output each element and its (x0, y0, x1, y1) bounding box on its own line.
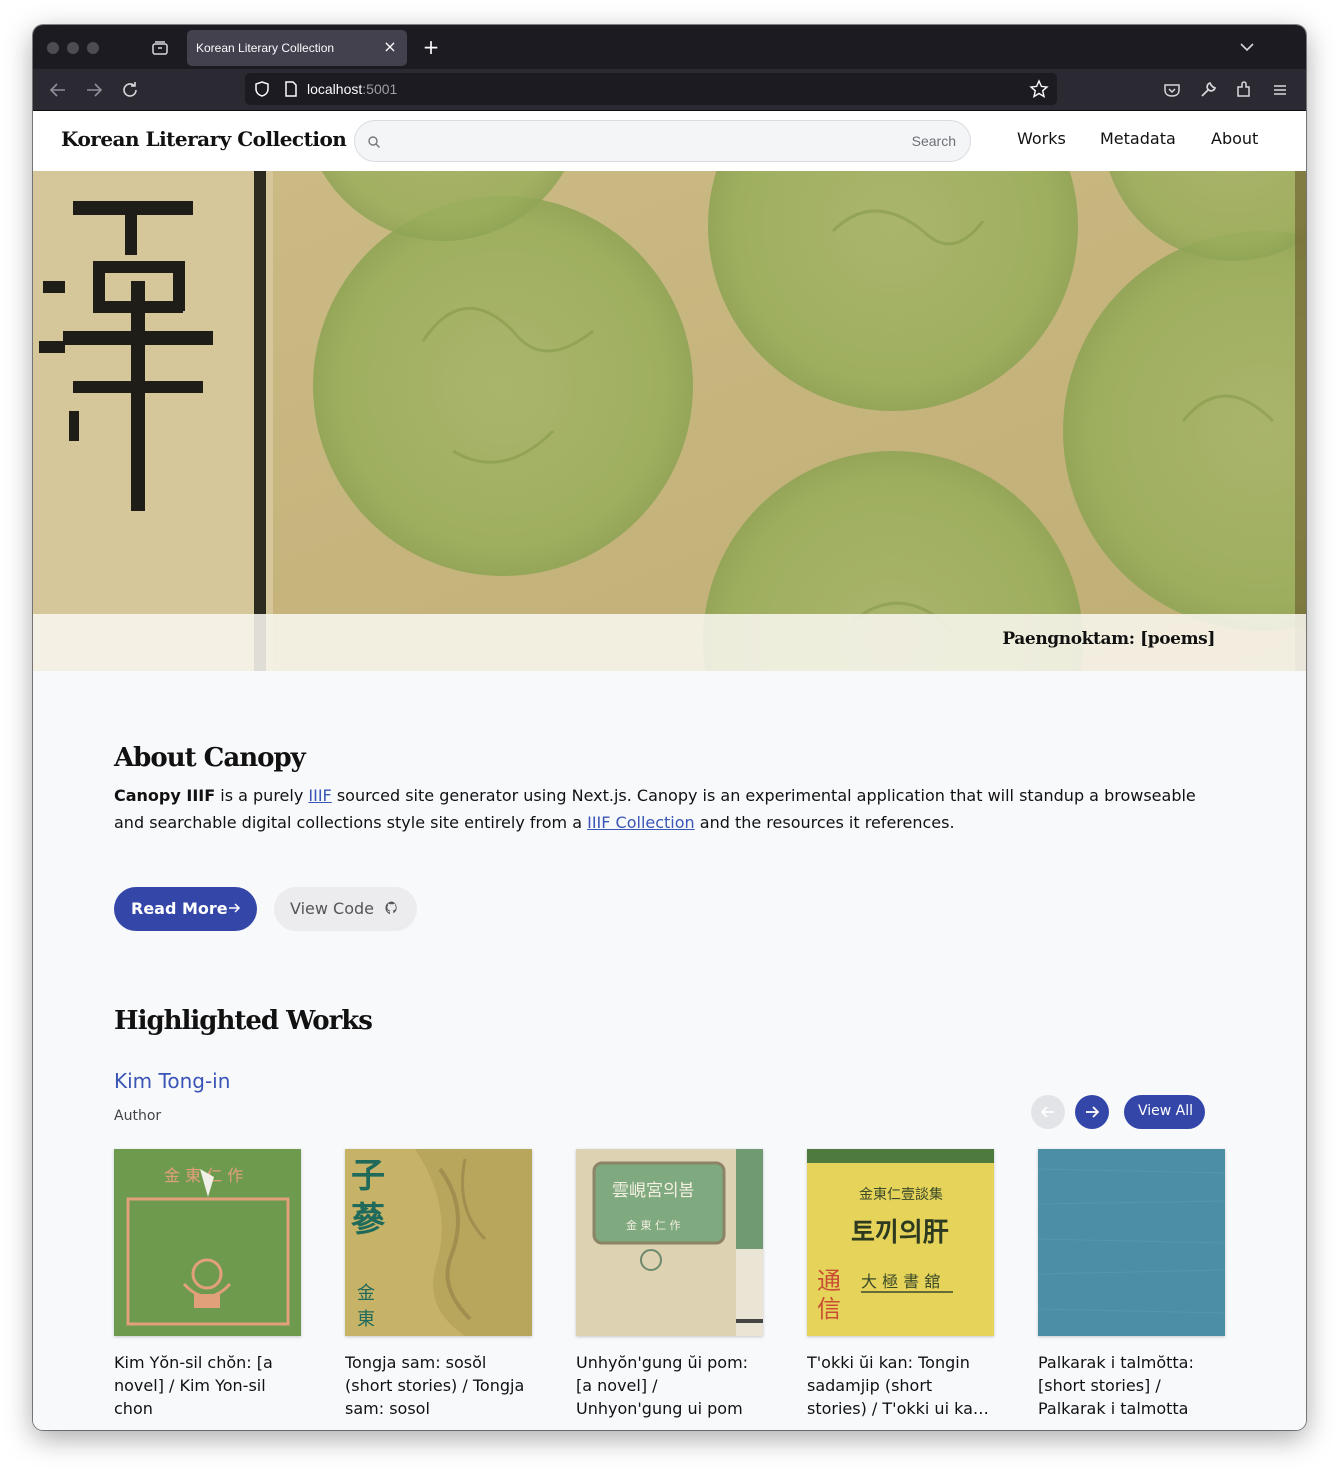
svg-text:東: 東 (357, 1309, 375, 1330)
work-thumbnail[interactable]: 雲峴宮의봄 金 東 仁 作 (576, 1149, 763, 1336)
nav-link-about[interactable]: About (1211, 129, 1258, 148)
tab-overview-icon[interactable] (149, 39, 171, 57)
work-thumbnail[interactable]: 子 蔘 金 東 (345, 1149, 532, 1336)
iiif-collection-link[interactable]: IIIF Collection (587, 813, 695, 832)
read-more-label: Read More (131, 899, 228, 918)
view-code-button[interactable]: View Code (274, 887, 417, 931)
nav-link-metadata[interactable]: Metadata (1100, 129, 1176, 148)
search-input[interactable]: Search (354, 120, 971, 162)
blue-cloth-cover-image (1038, 1149, 1225, 1336)
highlighted-works-heading: Highlighted Works (114, 1006, 373, 1036)
green-cover-image: 金 東 仁 作 (114, 1149, 301, 1336)
extensions-icon[interactable] (1233, 79, 1255, 101)
bookmark-star-icon[interactable] (1029, 79, 1049, 99)
work-title[interactable]: Tongja sam: sosŏl (short stories) / Tong… (345, 1351, 532, 1420)
carousel-next-button[interactable] (1075, 1095, 1109, 1129)
svg-text:金: 金 (357, 1283, 375, 1304)
svg-text:子: 子 (351, 1156, 385, 1196)
view-all-button[interactable]: View All (1124, 1095, 1205, 1129)
work-thumbnail[interactable]: 金 東 仁 作 (114, 1149, 301, 1336)
work-title[interactable]: Palkarak i talmŏtta: [short stories] / P… (1038, 1351, 1225, 1420)
work-thumbnail[interactable]: 金東仁壹談集 토끼의肝 大 極 書 舘 通 信 (807, 1149, 994, 1336)
svg-text:金 東 仁 作: 金 東 仁 作 (626, 1218, 681, 1232)
menu-icon[interactable] (1269, 79, 1291, 101)
svg-text:通: 通 (817, 1267, 841, 1295)
wrench-icon[interactable] (1197, 79, 1219, 101)
about-heading: About Canopy (114, 743, 306, 773)
svg-text:金東仁壹談集: 金東仁壹談集 (859, 1186, 943, 1203)
tab-title: Korean Literary Collection (196, 41, 335, 55)
active-tab[interactable]: Korean Literary Collection × (187, 30, 407, 66)
about-text-3: and the resources it references. (694, 813, 955, 832)
read-more-button[interactable]: Read More (114, 887, 257, 931)
forward-arrow-icon[interactable] (83, 79, 105, 101)
pocket-icon[interactable] (1161, 79, 1183, 101)
iiif-link[interactable]: IIIF (308, 786, 331, 805)
view-all-label: View All (1138, 1103, 1194, 1119)
navigation-toolbar: localhost:5001 (33, 69, 1306, 111)
framed-cover-image: 雲峴宮의봄 金 東 仁 作 (576, 1149, 763, 1336)
arrow-left-icon (1040, 1106, 1054, 1118)
ginseng-cover-image: 子 蔘 金 東 (345, 1149, 532, 1336)
hero-caption[interactable]: Paengnoktam: [poems] (1002, 629, 1215, 649)
svg-text:雲峴宮의봄: 雲峴宮의봄 (612, 1181, 694, 1201)
github-icon (384, 900, 400, 916)
zoom-window-button[interactable] (87, 42, 99, 54)
address-bar[interactable]: localhost:5001 (245, 73, 1057, 105)
hero-image (33, 171, 1306, 671)
yellow-cover-image: 金東仁壹談集 토끼의肝 大 極 書 舘 通 信 (807, 1149, 994, 1336)
arrow-right-icon (227, 900, 241, 914)
new-tab-button[interactable]: + (421, 35, 441, 59)
nav-link-works[interactable]: Works (1017, 129, 1066, 148)
site-title[interactable]: Korean Literary Collection (61, 127, 347, 151)
minimize-window-button[interactable] (67, 42, 79, 54)
close-tab-icon[interactable]: × (381, 38, 399, 56)
search-submit-label[interactable]: Search (912, 133, 956, 149)
carousel-prev-button[interactable] (1031, 1095, 1065, 1129)
work-thumbnail[interactable] (1038, 1149, 1225, 1336)
page-icon (283, 80, 299, 98)
author-label: Author (114, 1108, 162, 1124)
shield-icon[interactable] (253, 80, 271, 98)
browser-window: Korean Literary Collection × + localhost… (33, 25, 1306, 1430)
svg-text:토끼의肝: 토끼의肝 (851, 1218, 949, 1248)
tab-strip: Korean Literary Collection × + (33, 25, 1306, 69)
back-arrow-icon[interactable] (47, 79, 69, 101)
chevron-down-icon[interactable] (1238, 38, 1256, 56)
url-host: localhost (307, 81, 363, 97)
url-port: :5001 (362, 81, 398, 97)
author-link[interactable]: Kim Tong-in (114, 1069, 230, 1093)
work-title[interactable]: Kim Yŏn-sil chŏn: [a novel] / Kim Yon-si… (114, 1351, 301, 1420)
page-content: Korean Literary Collection Search Works … (33, 111, 1306, 1430)
about-text-1: is a purely (215, 786, 309, 805)
close-window-button[interactable] (47, 42, 59, 54)
url-text: localhost:5001 (307, 81, 397, 97)
work-title[interactable]: Unhyŏn'gung ŭi pom: [a novel] / Unhyon'g… (576, 1351, 763, 1420)
about-paragraph: Canopy IIIF is a purely IIIF sourced sit… (114, 782, 1209, 836)
work-title[interactable]: T'okki ŭi kan: Tongin sadamjip (short st… (807, 1351, 994, 1420)
view-code-label: View Code (290, 899, 375, 918)
reload-icon[interactable] (119, 79, 141, 101)
arrow-right-icon (1086, 1106, 1100, 1118)
svg-text:大 極 書 舘: 大 極 書 舘 (861, 1272, 940, 1291)
search-icon (367, 134, 381, 148)
about-strong: Canopy IIIF (114, 786, 216, 805)
svg-text:信: 信 (817, 1295, 841, 1323)
hero-banner[interactable]: Paengnoktam: [poems] (33, 171, 1306, 671)
svg-text:蔘: 蔘 (351, 1200, 386, 1240)
site-header: Korean Literary Collection Search Works … (33, 111, 1306, 171)
